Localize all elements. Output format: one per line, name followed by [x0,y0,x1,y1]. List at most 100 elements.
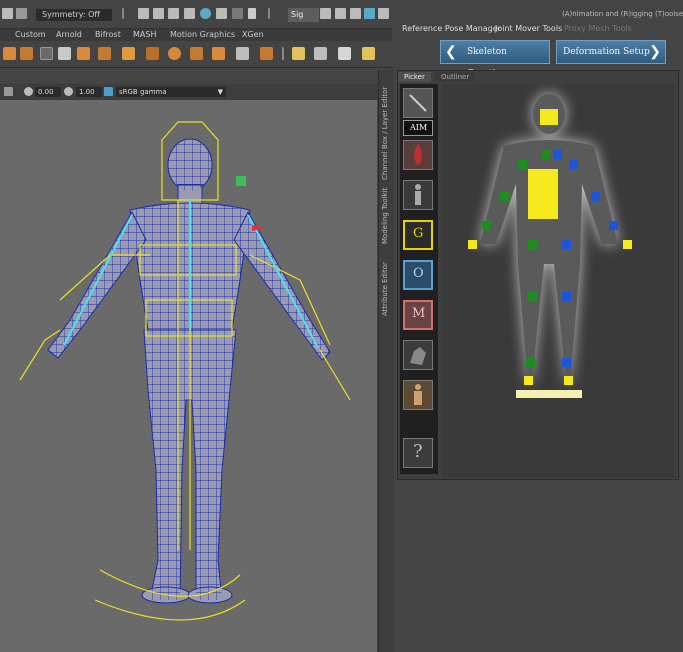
chest-control[interactable] [528,169,558,219]
elbow-l-control[interactable] [482,221,491,230]
neck-r-control[interactable] [553,150,562,159]
elbow-r-control[interactable] [609,221,618,230]
select-tool-button[interactable] [403,88,433,118]
tab-picker[interactable]: Picker [398,72,431,82]
neck-control[interactable] [541,150,550,159]
bevel-icon[interactable] [146,47,159,60]
head-control[interactable] [540,109,558,125]
deformation-setup-button[interactable]: Deformation Setup ❯ [556,40,666,64]
ankle-r-control[interactable] [562,358,571,367]
layers-icon[interactable] [378,8,389,19]
sphere-icon[interactable] [168,47,181,60]
root-control[interactable] [516,390,582,398]
torus-icon[interactable] [98,47,111,60]
exposure-field[interactable]: 0.00 [35,87,61,97]
cube-icon[interactable] [3,47,16,60]
body-button[interactable] [403,180,433,210]
combine-icon[interactable] [236,47,249,60]
foot-r-control[interactable] [564,376,573,385]
shelf-tab-xgen[interactable]: XGen [242,29,264,41]
render-view-icon[interactable] [200,8,211,19]
color-space-dropdown[interactable]: sRGB gamma ▼ [116,87,226,97]
wireframe-icon[interactable] [4,87,13,96]
shoulder-l-control[interactable] [500,192,509,201]
clavicle-l-control[interactable] [518,160,527,169]
shelf-tab-mash[interactable]: MASH [133,29,156,41]
help-label: ? [413,441,423,462]
skin-button[interactable] [403,380,433,410]
render-icon[interactable] [138,8,149,19]
exposure-icon[interactable] [24,87,33,96]
character-icon[interactable] [335,8,346,19]
shelf-tab-arnold[interactable]: Arnold [56,29,82,41]
sculpt-icon[interactable] [314,47,327,60]
modeling-toolkit-tab[interactable]: Modeling Toolkit [381,182,389,244]
channel-box-icon[interactable] [364,8,375,19]
status-line: Symmetry: Off Sig [0,0,392,29]
help-button[interactable]: ? [403,438,433,468]
offset-button[interactable]: O [403,260,433,290]
menu-joint-mover-tools[interactable]: Joint Mover Tools [495,24,562,33]
global-button[interactable]: G [403,220,433,250]
hand-l-control[interactable] [468,240,477,249]
shoulder-r-control[interactable] [591,192,600,201]
separate-icon[interactable] [260,47,273,60]
attribute-icon[interactable] [350,8,361,19]
snapshot-icon[interactable] [232,8,243,19]
user-icon[interactable] [320,8,331,19]
arrow-right-icon: ❯ [649,44,661,60]
tab-outliner[interactable]: Outliner [435,72,476,82]
attribute-editor-tab[interactable]: Attribute Editor [381,254,389,316]
channel-box-tab[interactable]: Channel Box / Layer Editor [381,80,389,180]
bridge-icon[interactable] [190,47,203,60]
ipr-icon[interactable] [168,8,179,19]
tool-icon[interactable] [16,8,27,19]
cylinder-icon[interactable] [20,47,33,60]
uv-icon[interactable] [362,47,375,60]
viewport-3d[interactable] [0,100,377,652]
pose-button[interactable] [403,340,433,370]
toolset-title: (A)nimation and (R)igging (T)oolset [562,10,683,18]
hip-l-control[interactable] [528,240,537,249]
hand-r-control[interactable] [623,240,632,249]
divider [282,47,284,60]
body-silhouette [480,94,618,384]
clavicle-r-control[interactable] [569,160,578,169]
merge-icon[interactable] [212,47,225,60]
locator [236,176,246,186]
hypershade-icon[interactable] [184,8,195,19]
shelf-tab-bifrost[interactable]: Bifrost [95,29,121,41]
skeleton-creation-button[interactable]: ❮ Skeleton Creation [440,40,550,79]
retopo-icon[interactable] [338,47,351,60]
divider [268,8,270,19]
render-settings-icon[interactable] [153,8,164,19]
paint-icon[interactable] [292,47,305,60]
arrow-left-icon: ❮ [445,44,457,60]
shelf-tab-motion-graphics[interactable]: Motion Graphics [170,29,235,41]
knee-l-control[interactable] [528,292,537,301]
aim-button[interactable]: AIM [403,120,433,136]
muscle-button[interactable] [403,140,433,170]
pause-icon[interactable] [248,8,256,19]
color-management-icon[interactable] [104,87,113,96]
knee-r-control[interactable] [562,292,571,301]
cone-icon[interactable] [77,47,90,60]
menu-reference-pose-manager[interactable]: Reference Pose Manager [402,24,501,33]
menu-proxy-mesh-tools[interactable]: Proxy Mesh Tools [564,24,632,33]
hip-r-control[interactable] [562,240,571,249]
plane-icon[interactable] [58,47,71,60]
foot-l-control[interactable] [524,376,533,385]
divider [122,8,124,19]
sign-in-button[interactable]: Sig [288,8,319,22]
shelf-tab-custom[interactable]: Custom [15,29,46,41]
o-label: O [413,266,424,281]
snap-icon[interactable] [2,8,13,19]
gamma-field[interactable]: 1.00 [76,87,102,97]
ankle-l-control[interactable] [526,358,535,367]
character-wireframe [19,121,351,621]
camera-icon[interactable] [216,8,227,19]
gamma-icon[interactable] [64,87,73,96]
master-button[interactable]: M [403,300,433,330]
symmetry-dropdown[interactable]: Symmetry: Off [36,9,112,21]
extrude-icon[interactable] [122,47,135,60]
